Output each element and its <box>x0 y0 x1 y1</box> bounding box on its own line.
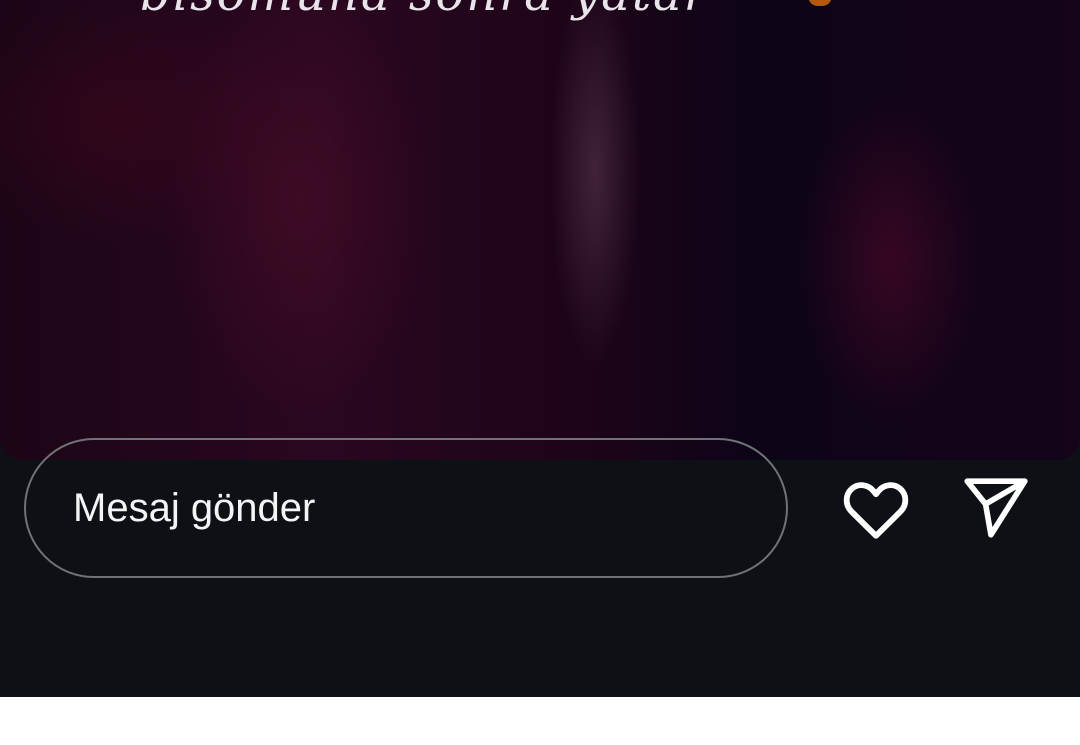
paper-plane-icon <box>964 478 1028 538</box>
like-button[interactable] <box>836 472 916 546</box>
story-viewer: bisomuna sonra yatar Mesaj gönder <box>0 0 1080 697</box>
bottom-bar <box>0 697 1080 745</box>
send-button[interactable] <box>958 474 1034 542</box>
story-emoji <box>808 0 832 6</box>
message-input-placeholder: Mesaj gönder <box>73 485 316 530</box>
heart-icon <box>843 482 909 539</box>
story-caption-text: bisomuna sonra yatar <box>140 0 709 22</box>
story-media[interactable]: bisomuna sonra yatar <box>0 0 1080 460</box>
message-input[interactable]: Mesaj gönder <box>24 438 788 578</box>
